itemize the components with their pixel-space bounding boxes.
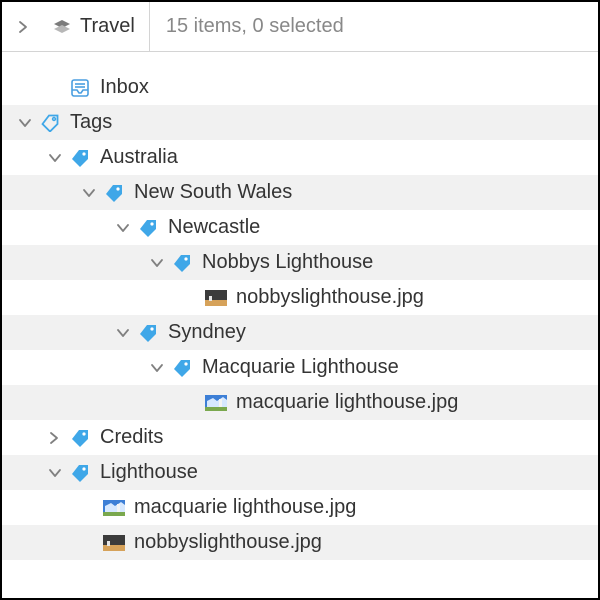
tree-row-australia[interactable]: Australia — [2, 140, 598, 175]
tag-icon — [173, 359, 191, 377]
tree: Inbox Tags Australia New South Wales New… — [2, 52, 598, 560]
chevron-down-icon[interactable] — [150, 361, 164, 375]
tree-label: Syndney — [162, 321, 246, 344]
chevron-right-icon — [17, 20, 31, 34]
tag-icon — [41, 114, 59, 132]
layers-icon — [52, 18, 72, 36]
tree-row-lighthouse[interactable]: Lighthouse — [2, 455, 598, 490]
chevron-down-icon[interactable] — [48, 466, 62, 480]
chevron-down-icon[interactable] — [116, 326, 130, 340]
tree-row-nsw[interactable]: New South Wales — [2, 175, 598, 210]
tree-label: Inbox — [94, 76, 149, 99]
tree-label: nobbyslighthouse.jpg — [230, 286, 424, 309]
tree-row-tags[interactable]: Tags — [2, 105, 598, 140]
tree-label: macquarie lighthouse.jpg — [230, 391, 458, 414]
chevron-down-icon[interactable] — [116, 221, 130, 235]
tag-icon — [173, 254, 191, 272]
tag-icon — [139, 324, 157, 342]
tag-icon — [71, 464, 89, 482]
tree-label: Nobbys Lighthouse — [196, 251, 373, 274]
back-button[interactable] — [2, 2, 46, 51]
chevron-down-icon[interactable] — [150, 256, 164, 270]
image-thumb-icon — [103, 500, 125, 516]
tree-row-newcastle[interactable]: Newcastle — [2, 210, 598, 245]
chevron-down-icon[interactable] — [18, 116, 32, 130]
tag-icon — [71, 149, 89, 167]
header-status: 15 items, 0 selected — [150, 15, 344, 38]
header: Travel 15 items, 0 selected — [2, 2, 598, 52]
chevron-down-icon[interactable] — [82, 186, 96, 200]
tree-row-file[interactable]: nobbyslighthouse.jpg — [2, 280, 598, 315]
tree-row-file[interactable]: nobbyslighthouse.jpg — [2, 525, 598, 560]
tree-label: Macquarie Lighthouse — [196, 356, 399, 379]
tag-icon — [139, 219, 157, 237]
tree-label: Credits — [94, 426, 163, 449]
image-thumb-icon — [103, 535, 125, 551]
tree-label: New South Wales — [128, 181, 292, 204]
chevron-right-icon[interactable] — [48, 431, 62, 445]
image-thumb-icon — [205, 290, 227, 306]
header-title-group[interactable]: Travel — [46, 2, 150, 51]
tree-label: nobbyslighthouse.jpg — [128, 531, 322, 554]
tree-row-file[interactable]: macquarie lighthouse.jpg — [2, 385, 598, 420]
header-title: Travel — [80, 15, 135, 38]
tree-label: Australia — [94, 146, 178, 169]
tree-label: Newcastle — [162, 216, 260, 239]
tag-icon — [71, 429, 89, 447]
tree-row-credits[interactable]: Credits — [2, 420, 598, 455]
tree-label: Lighthouse — [94, 461, 198, 484]
tree-label: Tags — [64, 111, 112, 134]
tag-icon — [105, 184, 123, 202]
tree-row-macquarie[interactable]: Macquarie Lighthouse — [2, 350, 598, 385]
tree-row-file[interactable]: macquarie lighthouse.jpg — [2, 490, 598, 525]
tree-row-inbox[interactable]: Inbox — [2, 70, 598, 105]
inbox-icon — [71, 79, 89, 97]
chevron-down-icon[interactable] — [48, 151, 62, 165]
tree-label: macquarie lighthouse.jpg — [128, 496, 356, 519]
image-thumb-icon — [205, 395, 227, 411]
tree-row-sydney[interactable]: Syndney — [2, 315, 598, 350]
tree-row-nobbys[interactable]: Nobbys Lighthouse — [2, 245, 598, 280]
